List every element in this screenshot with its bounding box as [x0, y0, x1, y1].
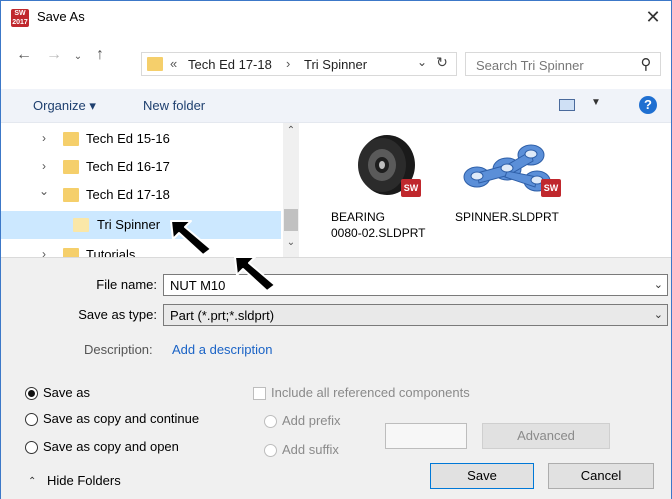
recent-locations-chevron-icon[interactable]: ⌄ — [69, 47, 87, 67]
chevron-down-icon[interactable]: ⌄ — [654, 278, 663, 291]
solidworks-file-badge-icon: SW — [401, 179, 421, 197]
breadcrumb-separator[interactable]: › — [286, 56, 290, 71]
breadcrumb-tri-spinner[interactable]: Tri Spinner — [304, 57, 367, 72]
save-as-radio-label[interactable]: Save as — [43, 385, 90, 400]
solidworks-app-icon: SW 2017 — [11, 9, 29, 27]
folder-icon — [63, 248, 79, 257]
save-as-type-select[interactable]: Part (*.prt;*.sldprt) ⌄ — [163, 304, 668, 326]
search-icon[interactable]: ⚲ — [636, 55, 656, 73]
spinner-part-thumbnail — [463, 144, 551, 192]
file-item-bearing[interactable]: SW BEARING 0080-02.SLDPRT — [331, 129, 471, 249]
organize-button[interactable]: Organize ▾ — [33, 98, 96, 114]
address-dropdown-chevron-icon[interactable]: ⌄ — [414, 55, 430, 69]
file-item-spinner[interactable]: SW SPINNER.SLDPRT — [455, 129, 595, 249]
save-as-type-label: Save as type: — [78, 307, 157, 322]
folder-icon — [73, 218, 89, 232]
new-folder-button[interactable]: New folder — [143, 98, 205, 113]
close-icon[interactable]: ✕ — [641, 6, 665, 28]
file-name-label: SPINNER.SLDPRT — [455, 209, 595, 225]
tree-item-label: Tech Ed 16-17 — [86, 159, 170, 174]
folder-icon — [63, 160, 79, 174]
navigation-pane: › Tech Ed 15-16 › Tech Ed 16-17 ⌄ Tech E… — [1, 123, 301, 257]
save-as-type-value[interactable]: Part (*.prt;*.sldprt) — [170, 308, 274, 323]
breadcrumb-tech-ed-17-18[interactable]: Tech Ed 17-18 — [188, 57, 272, 72]
add-prefix-label[interactable]: Add prefix — [282, 413, 341, 428]
change-view-icon[interactable] — [559, 99, 575, 111]
save-copy-continue-radio[interactable] — [25, 413, 38, 426]
window-title: Save As — [37, 9, 85, 24]
folder-icon — [63, 132, 79, 146]
expand-chevron-icon[interactable]: › — [37, 247, 51, 257]
prefix-suffix-input[interactable] — [385, 423, 467, 449]
chevron-up-icon[interactable]: ⌃ — [28, 476, 36, 487]
hide-folders-button[interactable]: Hide Folders — [47, 473, 121, 488]
refresh-icon[interactable]: ↻ — [432, 54, 452, 71]
file-name-value[interactable]: NUT M10 — [170, 278, 225, 293]
save-copy-open-label[interactable]: Save as copy and open — [43, 439, 179, 454]
annotation-arrow-icon — [170, 220, 212, 256]
add-prefix-radio[interactable] — [264, 415, 277, 428]
tree-item-tech-ed-17-18[interactable]: ⌄ Tech Ed 17-18 — [1, 181, 281, 209]
file-name-line1: SPINNER.SLDPRT — [455, 210, 559, 224]
view-dropdown-icon[interactable]: ▼ — [591, 97, 601, 108]
tree-item-tech-ed-15-16[interactable]: › Tech Ed 15-16 — [1, 125, 281, 153]
cancel-button[interactable]: Cancel — [548, 463, 654, 489]
address-bar[interactable]: « Tech Ed 17-18 › Tri Spinner ⌄ ↻ — [141, 52, 457, 76]
add-description-link[interactable]: Add a description — [172, 342, 272, 357]
expand-chevron-icon[interactable]: › — [37, 159, 51, 173]
save-as-radio[interactable] — [25, 387, 38, 400]
collapse-chevron-icon[interactable]: ⌄ — [37, 184, 51, 198]
scrollbar-thumb[interactable] — [284, 209, 298, 231]
tree-item-label: Tech Ed 15-16 — [86, 131, 170, 146]
address-overflow[interactable]: « — [170, 56, 177, 71]
up-arrow-icon[interactable]: ↑ — [91, 45, 109, 65]
save-options-area: File name: NUT M10 ⌄ Save as type: Part … — [1, 257, 671, 499]
chevron-down-icon[interactable]: ⌄ — [654, 308, 663, 321]
file-name-label: File name: — [96, 277, 157, 292]
add-suffix-label[interactable]: Add suffix — [282, 442, 339, 457]
folder-icon — [63, 188, 79, 202]
solidworks-file-badge-icon: SW — [541, 179, 561, 197]
include-references-label[interactable]: Include all referenced components — [271, 385, 470, 400]
tree-item-tech-ed-16-17[interactable]: › Tech Ed 16-17 — [1, 153, 281, 181]
file-name-line1: BEARING — [331, 210, 386, 224]
search-box[interactable]: Search Tri Spinner ⚲ — [465, 52, 661, 76]
tree-item-label: Tech Ed 17-18 — [86, 187, 170, 202]
help-icon[interactable]: ? — [639, 96, 657, 114]
add-suffix-radio[interactable] — [264, 444, 277, 457]
title-bar: SW 2017 Save As ✕ — [1, 1, 671, 33]
tree-item-label: Tri Spinner — [97, 217, 161, 232]
file-name-line2: 0080-02.SLDPRT — [331, 226, 426, 240]
scroll-up-icon[interactable]: ⌃ — [283, 125, 299, 136]
save-copy-open-radio[interactable] — [25, 441, 38, 454]
save-as-dialog: SW 2017 Save As ✕ ← → ⌄ ↑ « Tech Ed 17-18… — [0, 0, 672, 499]
back-arrow-icon[interactable]: ← — [15, 45, 33, 65]
include-references-checkbox[interactable] — [253, 387, 266, 400]
expand-chevron-icon[interactable]: › — [37, 131, 51, 145]
annotation-arrow-icon — [234, 256, 276, 292]
save-copy-continue-label[interactable]: Save as copy and continue — [43, 411, 199, 426]
folder-icon — [147, 57, 163, 71]
tree-item-label: Tutorials — [86, 247, 136, 257]
forward-arrow-icon[interactable]: → — [45, 45, 63, 65]
file-name-label: BEARING 0080-02.SLDPRT — [331, 209, 471, 241]
description-label: Description: — [84, 342, 153, 357]
search-placeholder[interactable]: Search Tri Spinner — [476, 58, 584, 73]
save-button[interactable]: Save — [430, 463, 534, 489]
scroll-down-icon[interactable]: ⌄ — [283, 237, 299, 248]
tree-item-tri-spinner[interactable]: Tri Spinner — [1, 211, 281, 239]
advanced-button[interactable]: Advanced — [482, 423, 610, 449]
command-bar: Organize ▾ New folder ▼ ? — [1, 89, 671, 123]
